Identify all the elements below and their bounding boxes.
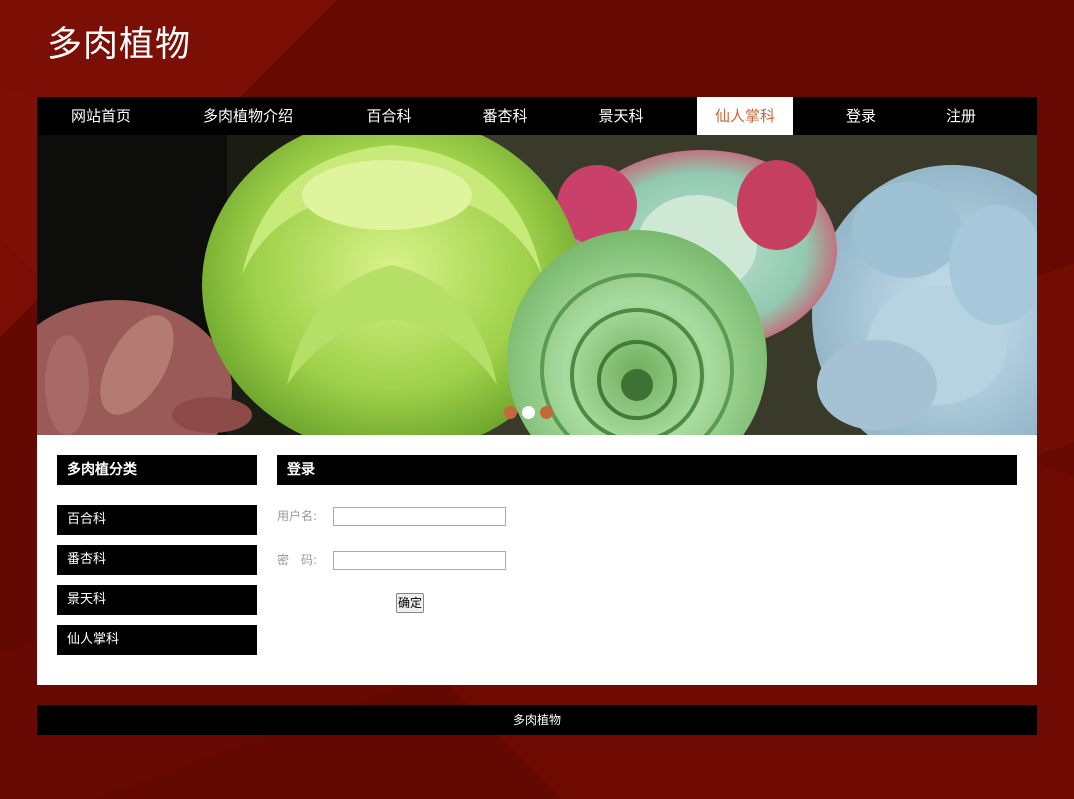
submit-button[interactable]: 确定 <box>396 593 425 613</box>
succulent-photo <box>37 135 1037 435</box>
nav-item-crassulaceae[interactable]: 景天科 <box>581 97 661 135</box>
slider-dot-2[interactable] <box>522 406 535 419</box>
slider-dot-3[interactable] <box>540 406 553 419</box>
username-input[interactable] <box>333 507 506 526</box>
nav-item-cactaceae[interactable]: 仙人掌科 <box>697 97 793 135</box>
sidebar-item-cactaceae[interactable]: 仙人掌科 <box>57 625 257 655</box>
main-nav: 网站首页 多肉植物介绍 百合科 番杏科 景天科 仙人掌科 登录 注册 <box>37 97 1037 135</box>
footer: 多肉植物 <box>37 705 1037 735</box>
slider-dot-1[interactable] <box>504 406 517 419</box>
content-panel: 多肉植分类 百合科 番杏科 景天科 仙人掌科 登录 用户名: 密 码: 确定 <box>37 435 1037 685</box>
sidebar-item-aizoaceae[interactable]: 番杏科 <box>57 545 257 575</box>
username-label: 用户名: <box>277 509 318 523</box>
nav-item-register[interactable]: 注册 <box>921 97 1001 135</box>
banner-slider[interactable] <box>37 135 1037 435</box>
password-input[interactable] <box>333 551 506 570</box>
nav-item-intro[interactable]: 多肉植物介绍 <box>193 97 303 135</box>
nav-item-login[interactable]: 登录 <box>821 97 901 135</box>
nav-item-aizoaceae[interactable]: 番杏科 <box>465 97 545 135</box>
site-title: 多肉植物 <box>47 25 192 65</box>
nav-item-home[interactable]: 网站首页 <box>51 97 151 135</box>
sidebar-item-crassulaceae[interactable]: 景天科 <box>57 585 257 615</box>
sidebar-heading: 多肉植分类 <box>57 455 257 485</box>
login-heading: 登录 <box>277 455 1017 485</box>
password-label: 密 码: <box>277 553 318 567</box>
nav-item-liliaceae[interactable]: 百合科 <box>349 97 429 135</box>
sidebar-item-liliaceae[interactable]: 百合科 <box>57 505 257 535</box>
